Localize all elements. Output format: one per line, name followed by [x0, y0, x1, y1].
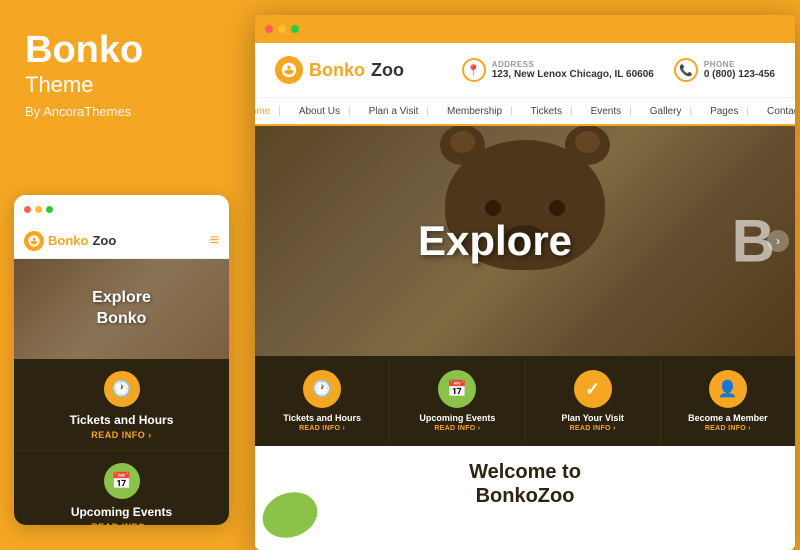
browser-topbar: [255, 15, 795, 43]
by-text: By AncoraThemes: [25, 104, 225, 119]
feature-card-tickets: 🕐 Tickets and Hours READ INFO: [255, 360, 390, 442]
feature-title-member: Become a Member: [666, 413, 790, 423]
site-logo-dark: Zoo: [371, 60, 404, 81]
feature-icon-tickets: 🕐: [303, 370, 341, 408]
feature-link-tickets[interactable]: READ INFO: [260, 425, 384, 432]
mobile-card-icon-events: 📅: [104, 463, 140, 499]
mobile-card-icon-tickets: 🕐: [104, 371, 140, 407]
green-arrow-decoration: [260, 480, 320, 540]
welcome-title: Welcome to BonkoZoo: [275, 460, 775, 508]
nav-tickets[interactable]: Tickets: [523, 106, 581, 117]
hero-nav-arrow[interactable]: ›: [767, 230, 789, 252]
feature-title-tickets: Tickets and Hours: [260, 413, 384, 423]
address-label: ADDRESS: [492, 60, 654, 69]
mobile-logo-icon: [24, 231, 44, 251]
mobile-hero-text: Explore Bonko: [92, 288, 151, 330]
browser-window: Bonko Zoo 📍 ADDRESS 123, New Lenox Chicag…: [255, 15, 795, 550]
phone-label: PHONE: [704, 60, 775, 69]
mobile-dot-red: [24, 206, 31, 213]
site-header: Bonko Zoo 📍 ADDRESS 123, New Lenox Chicag…: [255, 43, 795, 98]
feature-cards: 🕐 Tickets and Hours READ INFO 📅 Upcoming…: [255, 356, 795, 446]
site-logo-orange: Bonko: [309, 60, 365, 81]
mobile-hero: Explore Bonko: [14, 259, 229, 359]
phone-text: PHONE 0 (800) 123-456: [704, 60, 775, 80]
nav-gallery[interactable]: Gallery: [642, 106, 700, 117]
mobile-card-link-events[interactable]: READ INFO: [24, 522, 219, 525]
feature-card-plan: ✓ Plan Your Visit READ INFO: [526, 360, 661, 442]
nav-membership[interactable]: Membership: [439, 106, 521, 117]
nav-home[interactable]: Home: [255, 106, 289, 117]
phone-value: 0 (800) 123-456: [704, 69, 775, 80]
contact-phone: 📞 PHONE 0 (800) 123-456: [674, 58, 775, 82]
browser-dot-green: [291, 25, 299, 33]
mobile-dot-yellow: [35, 206, 42, 213]
feature-card-member: 👤 Become a Member READ INFO: [661, 360, 795, 442]
nav-pages[interactable]: Pages: [702, 106, 757, 117]
mobile-mockup: Bonko Zoo ≡ Explore Bonko 🕐 Tickets and H…: [14, 195, 229, 525]
feature-link-plan[interactable]: READ INFO: [531, 425, 655, 432]
left-panel: Bonko Theme By AncoraThemes Bonko Zoo ≡ E…: [0, 0, 245, 550]
mobile-card-link-tickets[interactable]: READ INFO: [24, 430, 219, 440]
mobile-card-events: 📅 Upcoming Events READ INFO: [14, 451, 229, 525]
hamburger-icon[interactable]: ≡: [210, 232, 219, 250]
browser-dot-yellow: [278, 25, 286, 33]
welcome-section: Welcome to BonkoZoo: [255, 446, 795, 546]
mobile-topbar: [14, 195, 229, 223]
address-value: 123, New Lenox Chicago, IL 60606: [492, 69, 654, 80]
feature-icon-plan: ✓: [574, 370, 612, 408]
feature-link-events[interactable]: READ INFO: [395, 425, 519, 432]
brand-title: Bonko: [25, 30, 225, 72]
mobile-dot-green: [46, 206, 53, 213]
mobile-card-tickets: 🕐 Tickets and Hours READ INFO: [14, 359, 229, 451]
feature-title-events: Upcoming Events: [395, 413, 519, 423]
mobile-card-title-events: Upcoming Events: [24, 505, 219, 519]
site-logo: Bonko Zoo: [275, 56, 404, 84]
mobile-card-title-tickets: Tickets and Hours: [24, 413, 219, 427]
site-hero: Explore B ›: [255, 126, 795, 356]
mobile-cards: 🕐 Tickets and Hours READ INFO 📅 Upcoming…: [14, 359, 229, 525]
mobile-logo: Bonko Zoo: [24, 231, 116, 251]
phone-icon: 📞: [674, 58, 698, 82]
nav-contacts[interactable]: Contacts: [759, 106, 795, 117]
welcome-line1: Welcome to: [275, 460, 775, 484]
header-contacts: 📍 ADDRESS 123, New Lenox Chicago, IL 606…: [462, 58, 775, 82]
feature-title-plan: Plan Your Visit: [531, 413, 655, 423]
address-icon: 📍: [462, 58, 486, 82]
hero-text-block: Explore: [418, 218, 572, 264]
feature-card-events: 📅 Upcoming Events READ INFO: [390, 360, 525, 442]
contact-address: 📍 ADDRESS 123, New Lenox Chicago, IL 606…: [462, 58, 654, 82]
browser-dot-red: [265, 25, 273, 33]
logo-icon: [275, 56, 303, 84]
mobile-logo-orange: Bonko: [48, 233, 88, 248]
mobile-header: Bonko Zoo ≡: [14, 223, 229, 259]
site-nav: Home About Us Plan a Visit Membership Ti…: [255, 98, 795, 126]
mobile-logo-dark: Zoo: [92, 233, 116, 248]
feature-icon-events: 📅: [438, 370, 476, 408]
nav-about[interactable]: About Us: [291, 106, 359, 117]
feature-icon-member: 👤: [709, 370, 747, 408]
address-text: ADDRESS 123, New Lenox Chicago, IL 60606: [492, 60, 654, 80]
welcome-line2: BonkoZoo: [275, 484, 775, 508]
nav-events[interactable]: Events: [583, 106, 640, 117]
brand-subtitle: Theme: [25, 72, 225, 98]
nav-plan[interactable]: Plan a Visit: [361, 106, 437, 117]
hero-title-line1: Explore: [418, 218, 572, 264]
feature-link-member[interactable]: READ INFO: [666, 425, 790, 432]
